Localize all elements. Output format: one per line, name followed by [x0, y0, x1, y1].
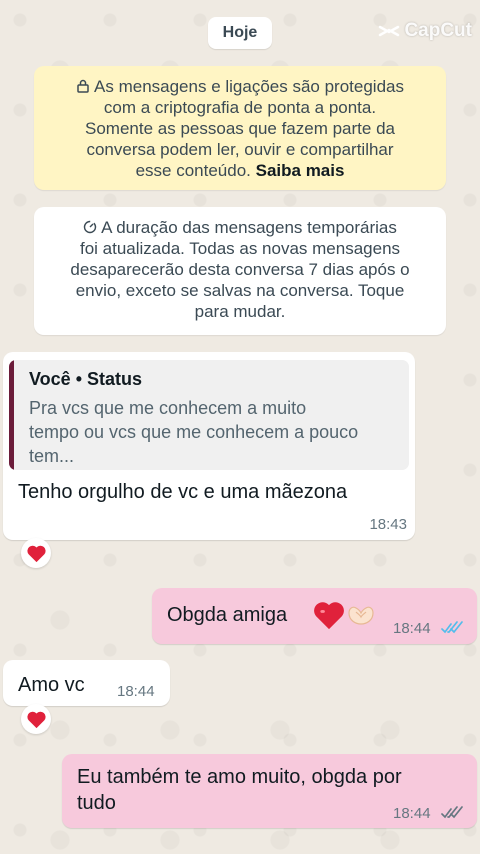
message-time: 18:44 [393, 620, 431, 637]
encryption-text-line: esse conteúdo. [135, 161, 251, 180]
encryption-text-line: As mensagens e ligações são protegidas [94, 77, 404, 96]
heart-hands-icon [348, 606, 374, 625]
capcut-logo-icon [379, 25, 400, 37]
encryption-notice[interactable]: As mensagens e ligações são protegidas c… [34, 66, 446, 190]
encryption-text-line: com a criptografia de ponta a ponta. [103, 98, 377, 117]
message-time: 18:44 [117, 683, 155, 700]
capcut-watermark: CapCut [378, 20, 472, 42]
message-text: Obgda amiga [167, 604, 288, 626]
message-reaction[interactable] [21, 538, 51, 568]
date-separator: Hoje [208, 17, 272, 49]
timer-text-line: A duração das mensagens temporárias [101, 218, 397, 237]
timer-icon [83, 220, 97, 234]
delivered-receipt-icon [441, 806, 463, 819]
red-heart-icon [26, 711, 46, 728]
outgoing-message-bubble[interactable]: Eu também te amo muito, obgda por tudo 1… [62, 754, 477, 828]
quote-preview-text: Pra vcs que me conhecem a muito tempo ou… [29, 396, 399, 468]
encryption-line-5: esse conteúdo. Saiba mais [34, 160, 446, 181]
incoming-message-bubble[interactable]: Você • Status Pra vcs que me conhecem a … [3, 352, 415, 540]
disappearing-messages-notice[interactable]: A duração das mensagens temporárias foi … [34, 207, 446, 335]
encryption-line-1: As mensagens e ligações são protegidas [34, 76, 446, 97]
quote-line: tem... [29, 446, 75, 466]
quote-line: tempo ou vcs que me conhecem a pouco [29, 422, 359, 442]
timer-text-line: envio, exceto se salvas na conversa. Toq… [75, 281, 405, 300]
timer-line-1: A duração das mensagens temporárias [34, 217, 446, 238]
message-text: Tenho orgulho de vc e uma mãezona [18, 481, 348, 503]
red-heart-icon [26, 545, 46, 562]
timer-text-line: para mudar. [194, 302, 286, 321]
timer-text-line: foi atualizada. Todas as novas mensagens [79, 239, 401, 258]
encryption-text-line: Somente as pessoas que fazem parte da [85, 119, 395, 138]
quote-accent-bar [9, 360, 14, 470]
quote-line: Pra vcs que me conhecem a muito [29, 398, 307, 418]
learn-more-link[interactable]: Saiba mais [256, 161, 345, 180]
timer-text-line: desaparecerão desta conversa 7 dias após… [70, 260, 410, 279]
red-heart-icon [314, 602, 344, 630]
outgoing-message-bubble[interactable]: Obgda amiga 18:44 [152, 588, 477, 644]
watermark-text: CapCut [404, 20, 472, 41]
message-text-line: Eu também te amo muito, obgda por [77, 766, 402, 788]
message-time: 18:43 [369, 516, 407, 533]
quote-author: Você • Status [29, 369, 143, 389]
message-text: Eu também te amo muito, obgda por tudo [77, 764, 402, 816]
encryption-text-line: conversa podem ler, ouvir e compartilhar [86, 140, 394, 159]
lock-icon [77, 79, 89, 93]
message-time: 18:44 [393, 805, 431, 822]
incoming-message-bubble[interactable]: Amo vc 18:44 [3, 660, 170, 706]
read-receipt-icon [441, 621, 463, 634]
message-text: Amo vc [18, 674, 85, 696]
quoted-status-reply[interactable]: Você • Status Pra vcs que me conhecem a … [9, 360, 409, 470]
message-reaction[interactable] [21, 704, 51, 734]
message-text-line: tudo [77, 792, 116, 814]
